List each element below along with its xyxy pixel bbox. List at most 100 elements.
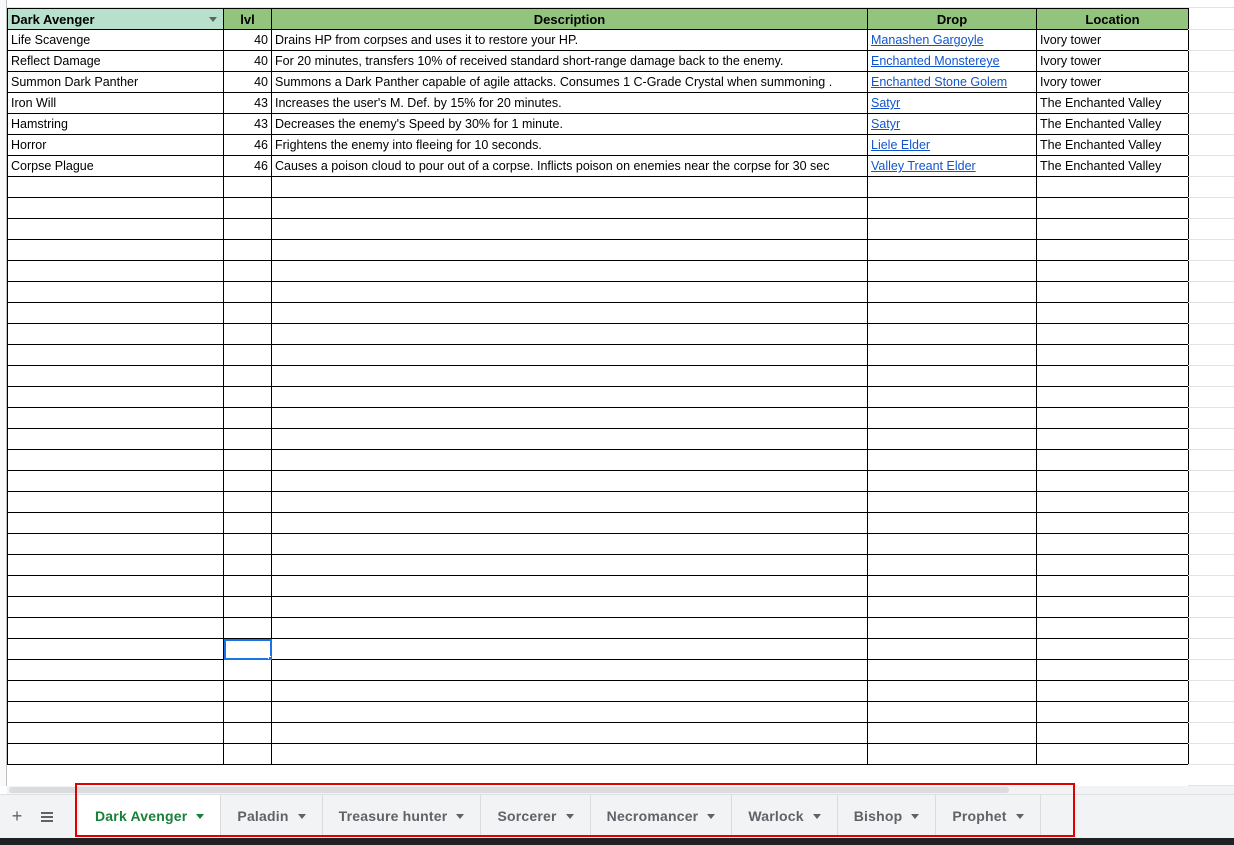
empty-cell[interactable] [1036, 344, 1189, 366]
drop-link[interactable]: Valley Treant Elder [871, 159, 976, 173]
drop-link[interactable]: Liele Elder [871, 138, 930, 152]
empty-cell[interactable] [7, 197, 224, 219]
empty-cell[interactable] [223, 701, 272, 723]
empty-cell[interactable] [867, 491, 1037, 513]
cell-drop[interactable]: Satyr [867, 92, 1037, 114]
empty-cell[interactable] [7, 323, 224, 345]
cell-description[interactable]: Increases the user's M. Def. by 15% for … [271, 92, 868, 114]
empty-cell[interactable] [1036, 491, 1189, 513]
cell-skill-name[interactable]: Reflect Damage [7, 50, 224, 72]
empty-cell[interactable] [1036, 722, 1189, 744]
empty-cell[interactable] [223, 197, 272, 219]
empty-cell[interactable] [271, 281, 868, 303]
header-lvl[interactable]: lvl [223, 8, 272, 30]
cell-description[interactable]: Frightens the enemy into fleeing for 10 … [271, 134, 868, 156]
empty-cell[interactable] [223, 407, 272, 429]
empty-cell[interactable] [7, 638, 224, 660]
empty-cell[interactable] [1036, 533, 1189, 555]
empty-cell[interactable] [271, 302, 868, 324]
empty-cell[interactable] [271, 386, 868, 408]
empty-cell[interactable] [7, 302, 224, 324]
empty-cell[interactable] [1036, 428, 1189, 450]
tab-warlock[interactable]: Warlock [732, 795, 838, 837]
empty-cell[interactable] [271, 365, 868, 387]
empty-cell[interactable] [7, 575, 224, 597]
empty-cell[interactable] [223, 491, 272, 513]
empty-cell[interactable] [271, 407, 868, 429]
empty-cell[interactable] [7, 428, 224, 450]
empty-cell[interactable] [1036, 218, 1189, 240]
empty-cell[interactable] [271, 197, 868, 219]
cell-skill-name[interactable]: Horror [7, 134, 224, 156]
header-class-name[interactable]: Dark Avenger [7, 8, 224, 30]
select-all-corner[interactable] [0, 0, 7, 8]
cell-location[interactable]: Ivory tower [1036, 71, 1189, 93]
empty-cell[interactable] [223, 575, 272, 597]
empty-cell[interactable] [271, 638, 868, 660]
empty-cell[interactable] [271, 659, 868, 681]
empty-cell[interactable] [7, 722, 224, 744]
cell-skill-name[interactable]: Corpse Plague [7, 155, 224, 177]
cell-level[interactable]: 46 [223, 155, 272, 177]
empty-cell[interactable] [271, 260, 868, 282]
empty-cell[interactable] [1036, 176, 1189, 198]
empty-cell[interactable] [7, 386, 224, 408]
cell-drop[interactable]: Satyr [867, 113, 1037, 135]
empty-cell[interactable] [223, 680, 272, 702]
cell-skill-name[interactable]: Iron Will [7, 92, 224, 114]
chevron-down-icon[interactable] [297, 813, 306, 819]
empty-cell[interactable] [867, 260, 1037, 282]
scrollbar-thumb[interactable] [9, 787, 1009, 793]
empty-cell[interactable] [271, 743, 868, 765]
empty-cell[interactable] [7, 281, 224, 303]
cell-drop[interactable]: Liele Elder [867, 134, 1037, 156]
empty-cell[interactable] [271, 218, 868, 240]
cell-location[interactable]: Ivory tower [1036, 29, 1189, 51]
empty-cell[interactable] [223, 449, 272, 471]
empty-cell[interactable] [1036, 743, 1189, 765]
empty-cell[interactable] [867, 575, 1037, 597]
cell-drop[interactable]: Valley Treant Elder [867, 155, 1037, 177]
empty-cell[interactable] [867, 554, 1037, 576]
empty-cell[interactable] [7, 743, 224, 765]
empty-cell[interactable] [1036, 260, 1189, 282]
cell-description[interactable]: Decreases the enemy's Speed by 30% for 1… [271, 113, 868, 135]
empty-cell[interactable] [271, 617, 868, 639]
header-location[interactable]: Location [1036, 8, 1189, 30]
empty-cell[interactable] [867, 617, 1037, 639]
empty-cell[interactable] [867, 743, 1037, 765]
empty-cell[interactable] [271, 344, 868, 366]
empty-cell[interactable] [867, 701, 1037, 723]
empty-cell[interactable] [1036, 281, 1189, 303]
horizontal-scrollbar[interactable] [7, 786, 1234, 794]
cell-level[interactable]: 40 [223, 71, 272, 93]
empty-cell[interactable] [7, 407, 224, 429]
empty-cell[interactable] [223, 470, 272, 492]
empty-cell[interactable] [7, 470, 224, 492]
empty-cell[interactable] [1036, 638, 1189, 660]
empty-cell[interactable] [271, 575, 868, 597]
header-drop[interactable]: Drop [867, 8, 1037, 30]
cell-location[interactable]: The Enchanted Valley [1036, 92, 1189, 114]
cell-description[interactable]: Drains HP from corpses and uses it to re… [271, 29, 868, 51]
empty-cell[interactable] [867, 323, 1037, 345]
empty-cell[interactable] [7, 491, 224, 513]
empty-cell[interactable] [223, 365, 272, 387]
empty-cell[interactable] [867, 218, 1037, 240]
empty-cell[interactable] [271, 680, 868, 702]
empty-cell[interactable] [1036, 365, 1189, 387]
empty-cell[interactable] [1036, 197, 1189, 219]
empty-cell[interactable] [223, 302, 272, 324]
cell-drop[interactable]: Enchanted Monstereye [867, 50, 1037, 72]
empty-cell[interactable] [867, 239, 1037, 261]
empty-cell[interactable] [867, 176, 1037, 198]
tab-prophet[interactable]: Prophet [936, 795, 1041, 837]
empty-cell[interactable] [867, 302, 1037, 324]
cell-description[interactable]: Summons a Dark Panther capable of agile … [271, 71, 868, 93]
empty-cell[interactable] [7, 512, 224, 534]
chevron-down-icon[interactable] [812, 813, 821, 819]
empty-cell[interactable] [223, 344, 272, 366]
chevron-down-icon[interactable] [1015, 813, 1024, 819]
empty-cell[interactable] [223, 512, 272, 534]
empty-cell[interactable] [1036, 239, 1189, 261]
